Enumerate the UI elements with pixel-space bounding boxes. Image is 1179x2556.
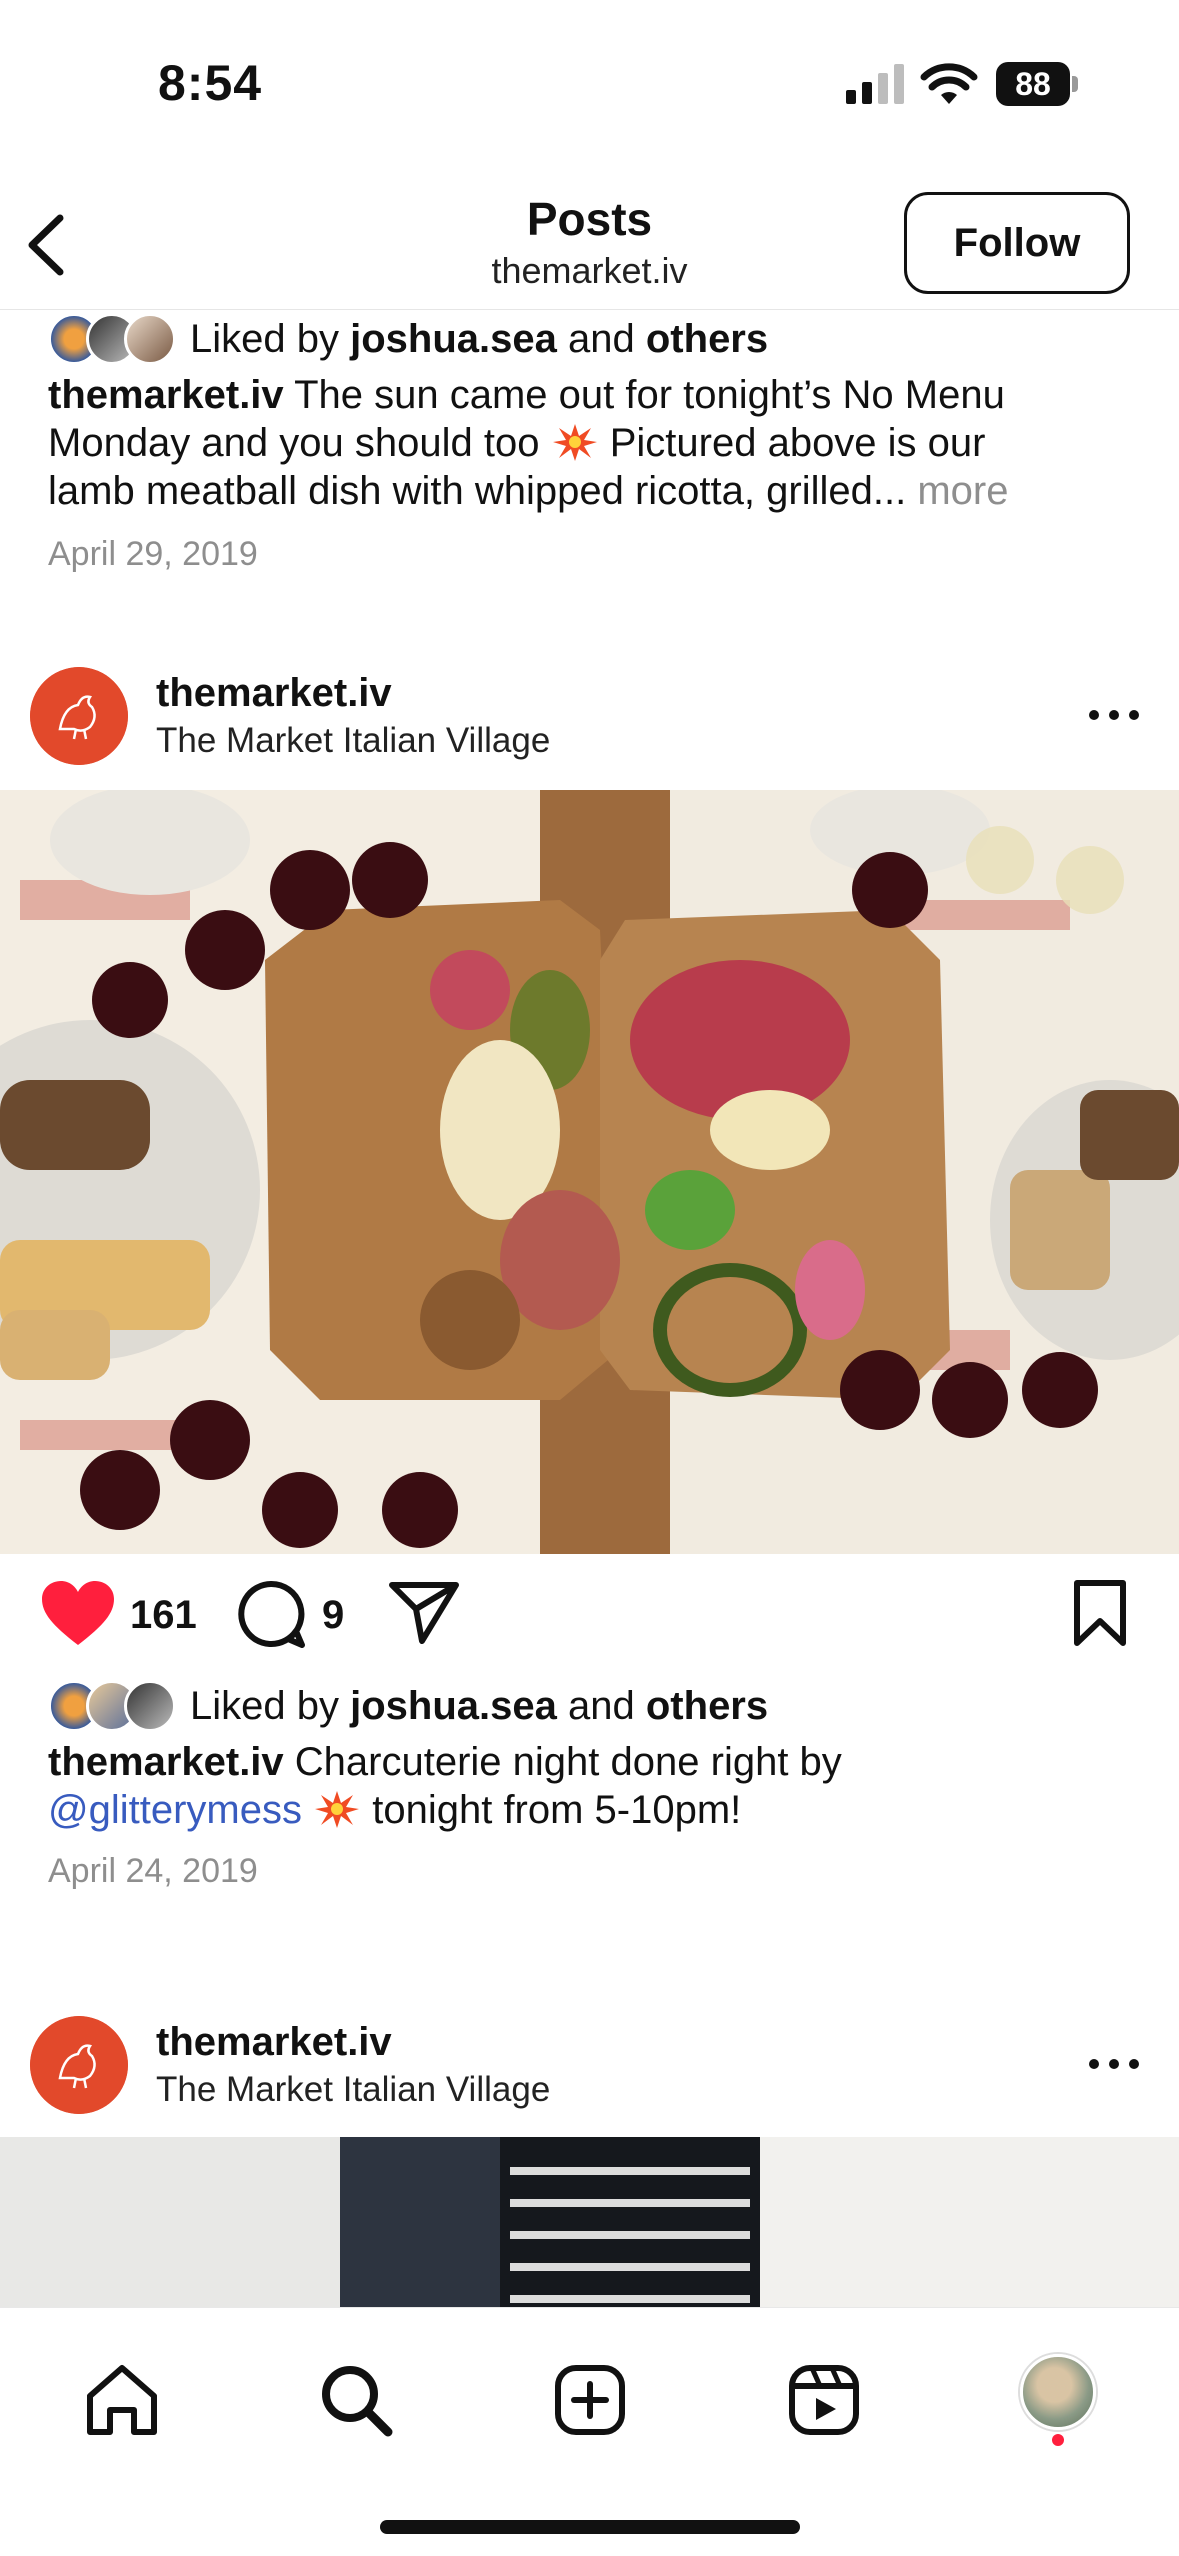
notification-dot	[1052, 2434, 1064, 2446]
caption-text: tonight from 5-10pm!	[372, 1788, 742, 1832]
post-location[interactable]: The Market Italian Village	[156, 2070, 550, 2110]
liked-by-prefix: Liked by	[190, 316, 339, 361]
avatar	[124, 1680, 176, 1732]
caption-line: Monday and you should too	[48, 421, 540, 465]
post-date: April 24, 2019	[48, 1852, 258, 1890]
more-link[interactable]: more	[917, 469, 1008, 513]
battery-level: 88	[996, 62, 1070, 106]
post-header: themarket.iv The Market Italian Village	[0, 651, 1179, 781]
caption-line: The sun came out for tonight’s No Menu	[294, 373, 1005, 417]
liked-by-user[interactable]: joshua.sea	[350, 1684, 557, 1729]
caption-username[interactable]: themarket.iv	[48, 373, 284, 417]
wifi-icon	[920, 63, 978, 104]
home-indicator	[380, 2520, 800, 2534]
liker-avatars	[48, 1680, 176, 1732]
liked-by-and: and	[568, 1683, 635, 1728]
liked-by-others[interactable]: others	[646, 1684, 768, 1729]
liked-by-row[interactable]: Liked by joshua.sea and others	[48, 1678, 768, 1734]
more-icon[interactable]	[1082, 695, 1146, 735]
post-actions: 161 9	[0, 1557, 1179, 1677]
post-username[interactable]: themarket.iv	[156, 2020, 392, 2065]
follow-button[interactable]: Follow	[904, 192, 1130, 294]
caption-line: lamb meatball dish with whipped ricotta,…	[48, 469, 907, 513]
heart-icon[interactable]	[40, 1579, 116, 1649]
post-location[interactable]: The Market Italian Village	[156, 721, 550, 761]
caption-text: Charcuterie night done right by	[294, 1740, 842, 1784]
avatar	[124, 313, 176, 365]
signal-icon	[846, 64, 904, 104]
liked-by-user[interactable]: joshua.sea	[350, 317, 557, 362]
post-image[interactable]	[0, 2137, 1179, 2307]
avatar[interactable]	[30, 667, 128, 765]
tab-bar	[0, 2307, 1179, 2556]
collision-emoji-icon	[315, 1791, 360, 1828]
post-username[interactable]: themarket.iv	[156, 671, 392, 716]
battery-icon: 88	[996, 62, 1078, 106]
share-icon[interactable]	[388, 1579, 460, 1645]
comment-icon[interactable]	[236, 1579, 306, 1649]
caption-username[interactable]: themarket.iv	[48, 1740, 284, 1784]
liked-by-prefix: Liked by	[190, 1683, 339, 1728]
bookmark-icon[interactable]	[1072, 1579, 1128, 1647]
caption-line: Pictured above is our	[609, 421, 986, 465]
liked-by-others[interactable]: others	[646, 317, 768, 362]
posts-header: Posts themarket.iv Follow	[0, 170, 1179, 310]
feed[interactable]: Liked by joshua.sea and others themarket…	[0, 311, 1179, 2307]
create-icon[interactable]	[548, 2358, 632, 2442]
comments-count[interactable]: 9	[322, 1593, 344, 1638]
profile-avatar[interactable]	[1020, 2354, 1096, 2430]
liked-by-and: and	[568, 316, 635, 361]
reels-icon[interactable]	[782, 2358, 866, 2442]
post-caption: themarket.iv The sun came out for tonigh…	[48, 371, 1138, 515]
post-image[interactable]	[0, 790, 1179, 1554]
collision-emoji-icon	[552, 424, 597, 461]
mention-link[interactable]: @glitterymess	[48, 1788, 302, 1832]
liker-avatars	[48, 313, 176, 365]
likes-count[interactable]: 161	[130, 1593, 197, 1638]
status-bar: 8:54 88	[0, 0, 1179, 170]
post-caption: themarket.iv Charcuterie night done righ…	[48, 1738, 1138, 1834]
status-time: 8:54	[158, 55, 263, 111]
post-header: themarket.iv The Market Italian Village	[0, 2000, 1179, 2130]
avatar[interactable]	[30, 2016, 128, 2114]
home-icon[interactable]	[80, 2358, 164, 2442]
liked-by-row[interactable]: Liked by joshua.sea and others	[48, 311, 768, 367]
more-icon[interactable]	[1082, 2044, 1146, 2084]
search-icon[interactable]	[314, 2358, 398, 2442]
post-date: April 29, 2019	[48, 535, 258, 573]
